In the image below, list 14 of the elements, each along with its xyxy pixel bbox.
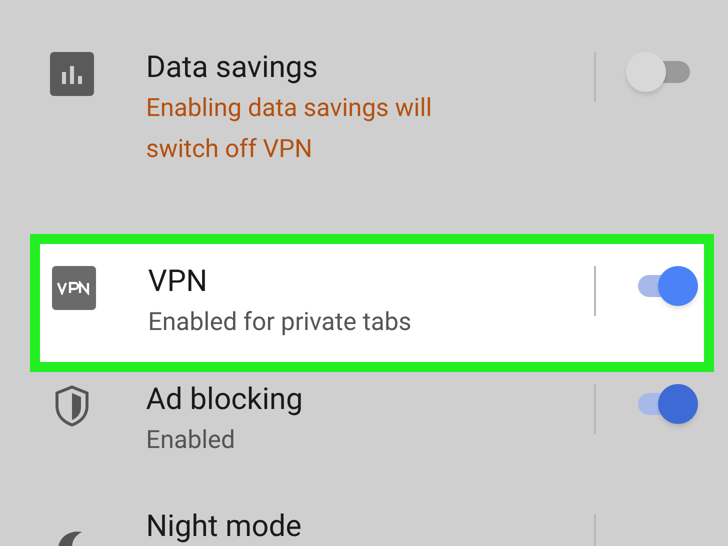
setting-row[interactable]: Night mode [0, 510, 728, 546]
setting-description: Enabled for private tabs [148, 307, 412, 339]
bar-chart-icon [50, 52, 94, 96]
setting-row[interactable]: Data savings Enabling data savings will switch off VPN [0, 48, 728, 170]
setting-description: Enabled [146, 425, 236, 457]
setting-title: VPN [148, 263, 208, 301]
setting-title: Data savings [146, 49, 319, 87]
setting-title: Ad blocking [146, 381, 304, 419]
setting-title: Night mode [146, 510, 303, 544]
moon-icon [58, 530, 82, 546]
vpn-icon [52, 266, 96, 310]
shield-icon [54, 384, 90, 428]
setting-row[interactable]: Ad blocking Enabled [0, 380, 728, 461]
setting-description: Enabling data savings will switch off VPN [146, 93, 434, 166]
